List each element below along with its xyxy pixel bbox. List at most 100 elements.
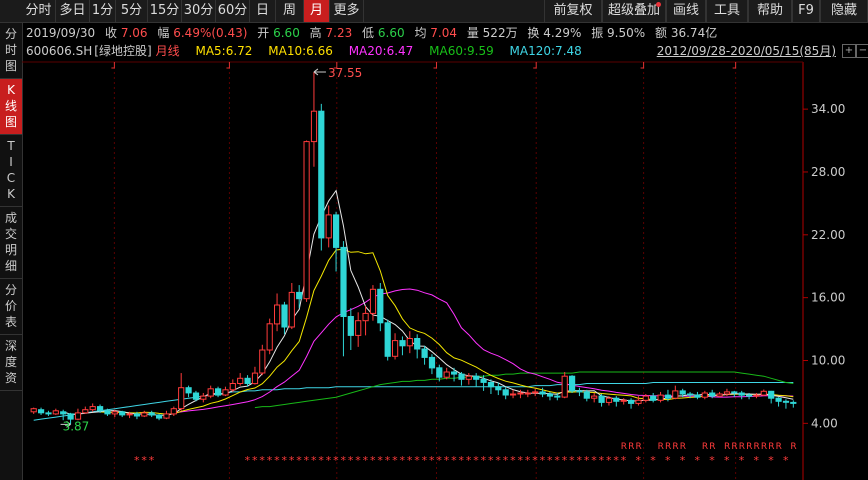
candle-body (97, 406, 104, 412)
star-marker: * (451, 454, 457, 467)
candle-body (561, 375, 568, 398)
star-marker: * (547, 454, 553, 467)
candle-body (635, 399, 642, 404)
candle-body (487, 382, 495, 388)
candle-body (731, 391, 738, 394)
candle-body (288, 291, 295, 328)
candle-body (369, 288, 377, 314)
candle-body (510, 393, 517, 396)
year-mark (111, 62, 115, 69)
candle-body (266, 323, 273, 351)
r-marker: R (665, 442, 671, 452)
candle-body (303, 141, 310, 300)
star-marker: * (783, 454, 789, 467)
star-marker: * (392, 454, 398, 467)
star-marker: * (134, 454, 140, 467)
star-marker: * (569, 454, 575, 467)
star-marker: * (540, 454, 546, 467)
candle-body (746, 394, 753, 397)
star-marker: * (473, 454, 479, 467)
candle-body (664, 394, 672, 399)
star-marker: * (318, 454, 324, 467)
candle-body (119, 411, 126, 416)
r-marker: R (628, 442, 634, 452)
star-marker: * (591, 454, 597, 467)
r-marker: R (753, 442, 759, 452)
candle-body (45, 412, 52, 415)
candle-body (340, 246, 347, 317)
candle-body (546, 393, 554, 397)
star-marker: * (650, 454, 656, 467)
candle-body (281, 304, 288, 328)
candle-body (605, 397, 613, 403)
candle-body (222, 389, 229, 396)
candle-body (583, 391, 590, 399)
candle-body (768, 390, 775, 399)
candle-body (148, 412, 155, 416)
r-marker: R (731, 442, 737, 452)
r-marker: R (702, 442, 708, 452)
year-mark (732, 62, 737, 69)
kline-chart[interactable]: 34.0028.0022.0016.0010.004.0037.553.87R R… (0, 0, 868, 480)
star-marker: * (517, 454, 523, 467)
y-tick-label: 34.00 (811, 102, 845, 116)
candle-body (790, 401, 797, 404)
star-marker: * (289, 454, 295, 467)
candle-body (259, 349, 266, 374)
star-marker: * (436, 454, 442, 467)
candle-body (30, 408, 37, 413)
star-marker: * (709, 454, 715, 467)
candle-body (244, 377, 251, 384)
star-marker: * (724, 454, 730, 467)
star-marker: * (149, 454, 155, 467)
candle-body (215, 388, 222, 396)
candle-body (620, 399, 627, 402)
candle-body (104, 410, 111, 415)
star-marker: * (458, 454, 464, 467)
candle-body (687, 393, 694, 396)
candle-body (760, 390, 767, 396)
candle-body (532, 391, 539, 394)
star-marker: * (355, 454, 361, 467)
candle-body (642, 395, 649, 401)
star-marker: * (422, 454, 428, 467)
candle-body (156, 414, 163, 419)
star-marker: * (532, 454, 538, 467)
r-marker: R (776, 442, 782, 452)
r-marker: R (709, 442, 715, 452)
candle-body (229, 383, 236, 391)
star-marker: * (414, 454, 420, 467)
star-marker: * (635, 454, 641, 467)
star-marker: * (377, 454, 383, 467)
candle-body (576, 390, 583, 393)
high-price-label: 37.55 (328, 66, 362, 80)
star-marker: * (311, 454, 317, 467)
candle-body (347, 316, 354, 336)
ma60-line (254, 371, 794, 409)
candle-body (443, 371, 450, 378)
candle-body (709, 392, 716, 397)
candle-body (451, 371, 458, 375)
r-marker: R (746, 442, 752, 452)
candle-body (178, 387, 185, 410)
candle-body (60, 411, 67, 415)
candle-body (613, 397, 620, 402)
star-marker: * (606, 454, 612, 467)
star-marker: * (488, 454, 494, 467)
candle-body (414, 338, 421, 350)
star-marker: * (281, 454, 287, 467)
star-marker: * (429, 454, 435, 467)
star-marker: * (665, 454, 671, 467)
star-marker: * (259, 454, 265, 467)
ma5-line (63, 189, 794, 416)
star-marker: * (333, 454, 339, 467)
star-marker: * (694, 454, 700, 467)
star-marker: * (267, 454, 273, 467)
star-marker: * (599, 454, 605, 467)
r-marker: R (768, 442, 774, 452)
candle-body (133, 413, 141, 417)
y-tick-label: 28.00 (811, 165, 845, 179)
candle-body (694, 394, 701, 398)
candle-body (399, 340, 406, 347)
star-marker: * (768, 454, 774, 467)
